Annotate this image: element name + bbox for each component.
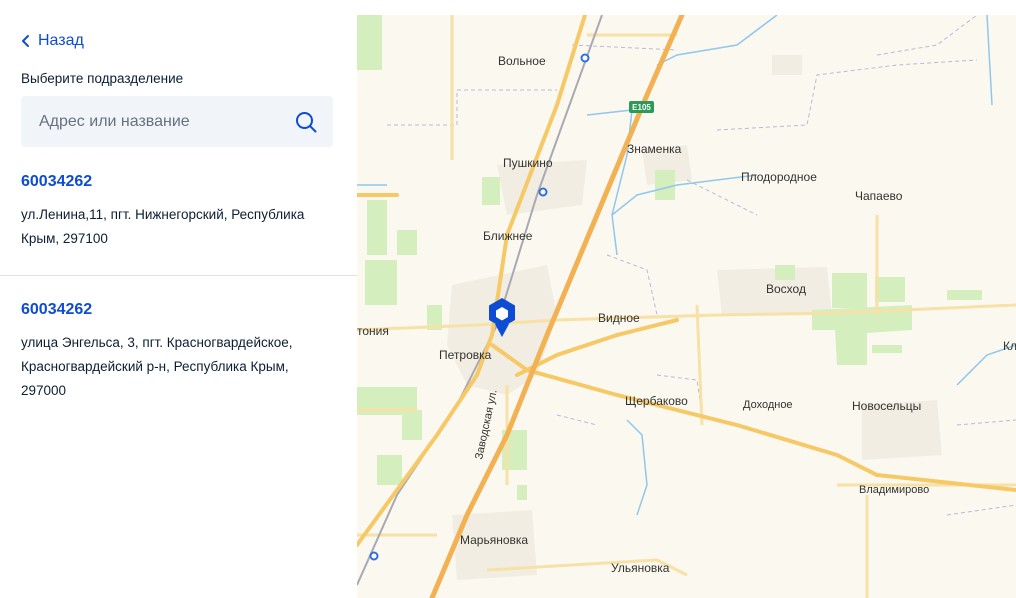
place-label: Петровка bbox=[439, 348, 492, 362]
place-label: Владимирово bbox=[859, 484, 929, 496]
search-box bbox=[21, 96, 333, 147]
office-address: ул.Ленина,11, пгт. Нижнегорский, Республ… bbox=[21, 207, 305, 246]
search-icon[interactable] bbox=[295, 111, 317, 133]
place-label: Чапаево bbox=[855, 189, 903, 203]
office-address: улица Энгельса, 3, пгт. Красногвардейско… bbox=[21, 335, 293, 398]
office-code[interactable]: 60034262 bbox=[21, 173, 92, 191]
list-divider bbox=[0, 275, 357, 276]
place-label: Восход bbox=[766, 282, 806, 296]
road-shield-e105: E105 bbox=[629, 101, 654, 113]
office-selection-panel: Назад Выберите подразделение 60034262 ул… bbox=[0, 15, 357, 598]
office-list-item[interactable]: 60034262 ул.Ленина,11, пгт. Нижнегорский… bbox=[0, 173, 357, 275]
place-label: Ульяновка bbox=[611, 561, 670, 575]
place-label: Доходное bbox=[743, 399, 793, 411]
office-list-item[interactable]: 60034262 улица Энгельса, 3, пгт. Красног… bbox=[0, 301, 357, 431]
place-label: Знаменка bbox=[627, 142, 682, 156]
place-label: Вольное bbox=[498, 54, 546, 68]
place-label: Пушкино bbox=[503, 156, 553, 170]
office-code[interactable]: 60034262 bbox=[21, 301, 92, 319]
street-label: Заводская ул. bbox=[473, 388, 500, 460]
map-canvas[interactable]: E105 Заводская ул. Вольное Знаменка Пушк… bbox=[357, 15, 1016, 598]
place-label: Щербаково bbox=[625, 394, 688, 408]
place-label: тония bbox=[357, 324, 389, 338]
place-label: Ближнее bbox=[483, 229, 533, 243]
place-label: Марьяновка bbox=[460, 533, 528, 547]
panel-subtitle: Выберите подразделение bbox=[21, 71, 184, 86]
top-bar bbox=[0, 0, 1016, 16]
place-label: Плодородное bbox=[741, 170, 817, 184]
back-button[interactable]: Назад bbox=[20, 32, 84, 50]
place-label: Кл bbox=[1003, 339, 1016, 353]
place-label: Видное bbox=[598, 311, 640, 325]
map-view[interactable]: E105 Заводская ул. Вольное Знаменка Пушк… bbox=[357, 15, 1016, 598]
svg-text:E105: E105 bbox=[632, 103, 651, 112]
place-label: Новосельцы bbox=[852, 399, 921, 413]
search-input[interactable] bbox=[21, 96, 291, 147]
back-label: Назад bbox=[38, 32, 84, 49]
major-roads bbox=[357, 15, 1016, 547]
chevron-left-icon bbox=[22, 35, 29, 47]
